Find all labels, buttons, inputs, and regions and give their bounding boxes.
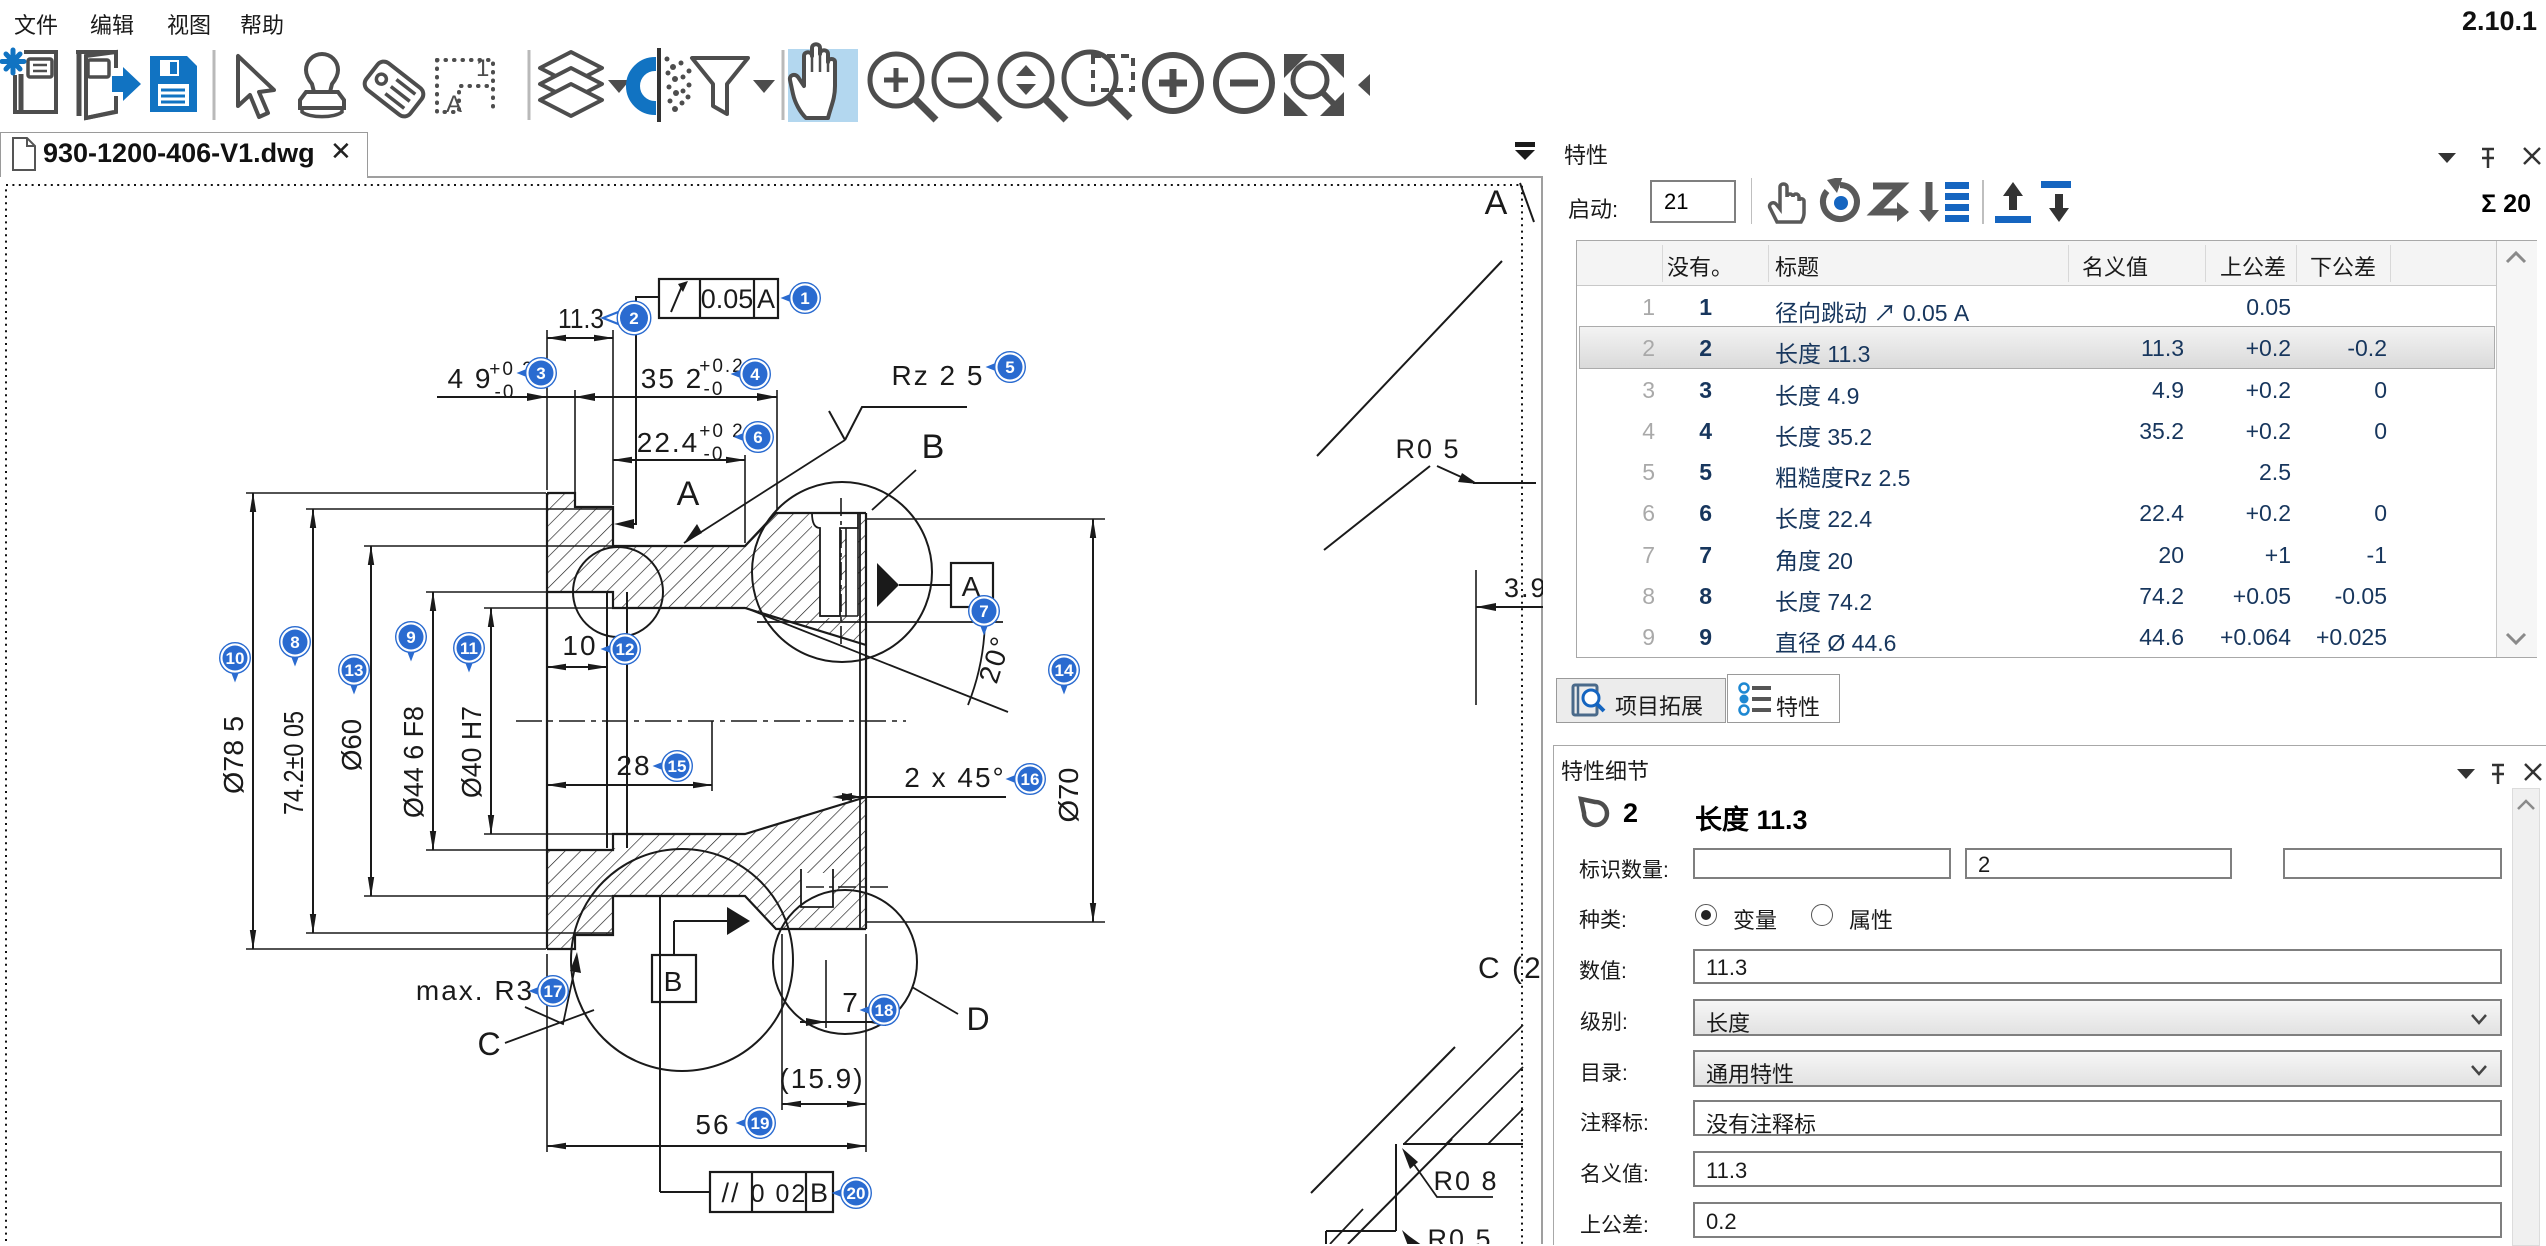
svg-text:Ø70: Ø70 — [1053, 768, 1084, 823]
svg-text:(15.9): (15.9) — [779, 1063, 864, 1094]
svg-text:20: 20 — [847, 1184, 866, 1203]
svg-text:3: 3 — [536, 364, 545, 383]
svg-text:3.9: 3.9 — [1504, 573, 1543, 603]
svg-text:14: 14 — [1055, 661, 1074, 680]
svg-text:10: 10 — [562, 630, 597, 661]
svg-text:12: 12 — [616, 640, 635, 659]
svg-text:6: 6 — [753, 428, 762, 447]
svg-text:max. R3: max. R3 — [416, 975, 534, 1006]
svg-text:A: A — [757, 284, 775, 314]
svg-text:Rz 2 5: Rz 2 5 — [892, 360, 985, 391]
svg-text:22.4: 22.4 — [637, 427, 700, 458]
svg-text:+0 2: +0 2 — [699, 421, 745, 442]
svg-text://: // — [721, 1178, 740, 1208]
svg-text:0 02: 0 02 — [751, 1180, 808, 1208]
svg-text:D: D — [966, 1001, 991, 1037]
svg-text:C (2 : 1): C (2 : 1) — [1478, 952, 1543, 985]
svg-text:56: 56 — [695, 1109, 730, 1140]
svg-text:2: 2 — [629, 309, 638, 328]
svg-text:Ø60: Ø60 — [336, 719, 367, 771]
svg-text:11: 11 — [460, 639, 478, 658]
svg-text:35 2: 35 2 — [641, 363, 704, 394]
svg-text:2 x 45°: 2 x 45° — [904, 762, 1005, 793]
svg-text:-0: -0 — [704, 444, 725, 465]
svg-text:R0 5: R0 5 — [1395, 434, 1460, 464]
svg-text:20°: 20° — [973, 631, 1017, 687]
svg-text:C: C — [477, 1026, 502, 1062]
svg-text:Ø44 6 F8: Ø44 6 F8 — [398, 706, 429, 818]
svg-text:11.3: 11.3 — [558, 303, 604, 334]
svg-text:4: 4 — [750, 365, 760, 384]
svg-text:8: 8 — [290, 633, 299, 652]
svg-text:16: 16 — [1021, 770, 1040, 789]
svg-text:13: 13 — [345, 661, 364, 680]
svg-text:15: 15 — [668, 757, 687, 776]
svg-text:Ø78 5: Ø78 5 — [218, 716, 249, 794]
svg-text:A: A — [1485, 184, 1510, 222]
svg-text:10: 10 — [226, 649, 245, 668]
svg-text:1: 1 — [800, 289, 809, 308]
svg-text:19: 19 — [751, 1114, 770, 1133]
svg-text:R0 8: R0 8 — [1433, 1166, 1498, 1196]
svg-text:7: 7 — [842, 987, 860, 1018]
svg-text:28: 28 — [616, 750, 651, 781]
svg-text:B: B — [922, 428, 947, 466]
svg-text:7: 7 — [979, 602, 988, 621]
svg-text:-0: -0 — [495, 382, 516, 403]
svg-text:5: 5 — [1005, 358, 1014, 377]
svg-text:18: 18 — [875, 1001, 894, 1020]
svg-text:A: A — [677, 475, 702, 513]
svg-text:Ø40 H7: Ø40 H7 — [456, 706, 487, 798]
svg-text:A: A — [446, 91, 462, 118]
svg-text:17: 17 — [544, 982, 563, 1001]
svg-text:B: B — [664, 966, 685, 997]
svg-text:4 9: 4 9 — [448, 363, 493, 394]
svg-text:R0 5: R0 5 — [1427, 1224, 1492, 1244]
svg-text:0.05: 0.05 — [701, 284, 754, 314]
svg-text:B: B — [810, 1178, 830, 1208]
svg-text:1: 1 — [476, 55, 489, 82]
svg-text:74.2±0 05: 74.2±0 05 — [278, 711, 309, 815]
svg-text:-0: -0 — [704, 379, 725, 400]
svg-text:9: 9 — [406, 628, 415, 647]
